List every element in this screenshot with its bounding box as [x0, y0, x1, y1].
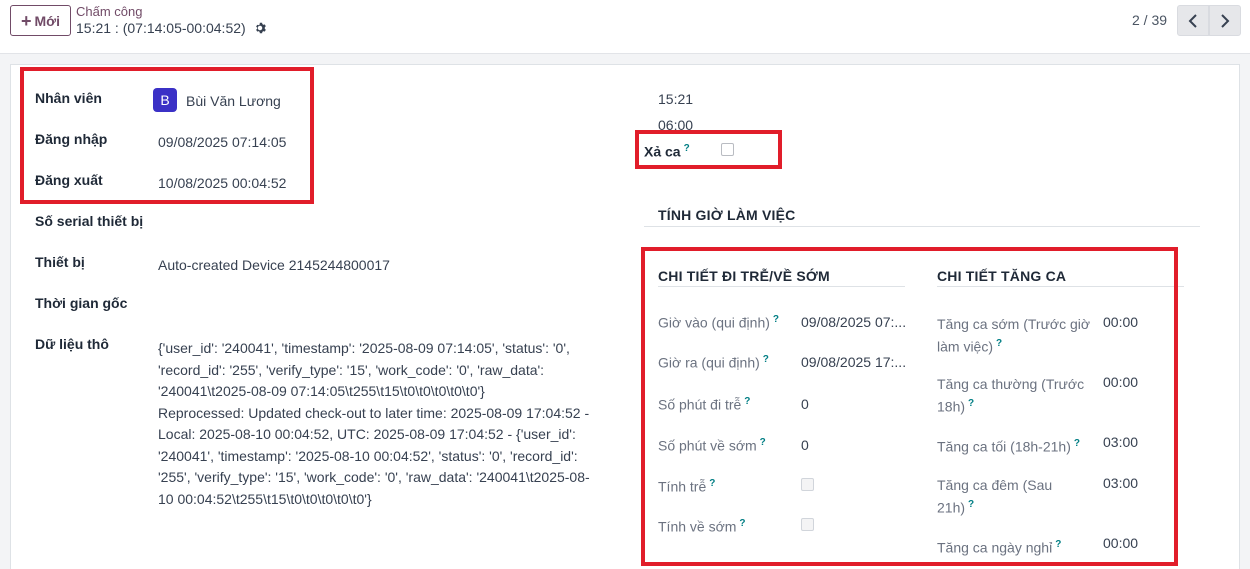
highlight-box-shift-release: [635, 130, 782, 169]
raw-data-label: Dữ liệu thô: [35, 336, 109, 352]
new-button-label: Mới: [34, 12, 61, 29]
raw-data-field[interactable]: {'user_id': '240041', 'timestamp': '2025…: [158, 338, 598, 510]
record-title: 15:21 : (07:14:05-00:04:52): [76, 20, 246, 36]
control-panel: + Mới Chấm công 15:21 : (07:14:05-00:04:…: [0, 0, 1250, 54]
chevron-left-icon: [1188, 13, 1197, 28]
breadcrumb-parent[interactable]: Chấm công: [76, 4, 142, 19]
highlight-box-work-details: [641, 247, 1178, 566]
section-divider: [644, 226, 1200, 227]
next-record-button[interactable]: [1209, 5, 1241, 36]
chevron-right-icon: [1221, 13, 1230, 28]
device-field[interactable]: Auto-created Device 2145244800017: [158, 257, 390, 273]
highlight-box-employee-times: [20, 67, 314, 204]
breadcrumb-current: 15:21 : (07:14:05-00:04:52): [76, 20, 266, 36]
new-button[interactable]: + Mới: [10, 5, 71, 36]
plus-icon: +: [20, 10, 32, 31]
device-serial-label: Số serial thiết bị: [35, 213, 144, 229]
device-label: Thiết bị: [35, 254, 85, 270]
work-hours-section-title: TÍNH GIỜ LÀM VIỆC: [658, 207, 796, 223]
previous-record-button[interactable]: [1177, 5, 1209, 36]
worked-hours-value: 15:21: [658, 91, 694, 107]
gear-icon[interactable]: [254, 22, 266, 34]
origin-time-label: Thời gian gốc: [35, 295, 128, 311]
pager-value[interactable]: 2 / 39: [1132, 12, 1167, 28]
